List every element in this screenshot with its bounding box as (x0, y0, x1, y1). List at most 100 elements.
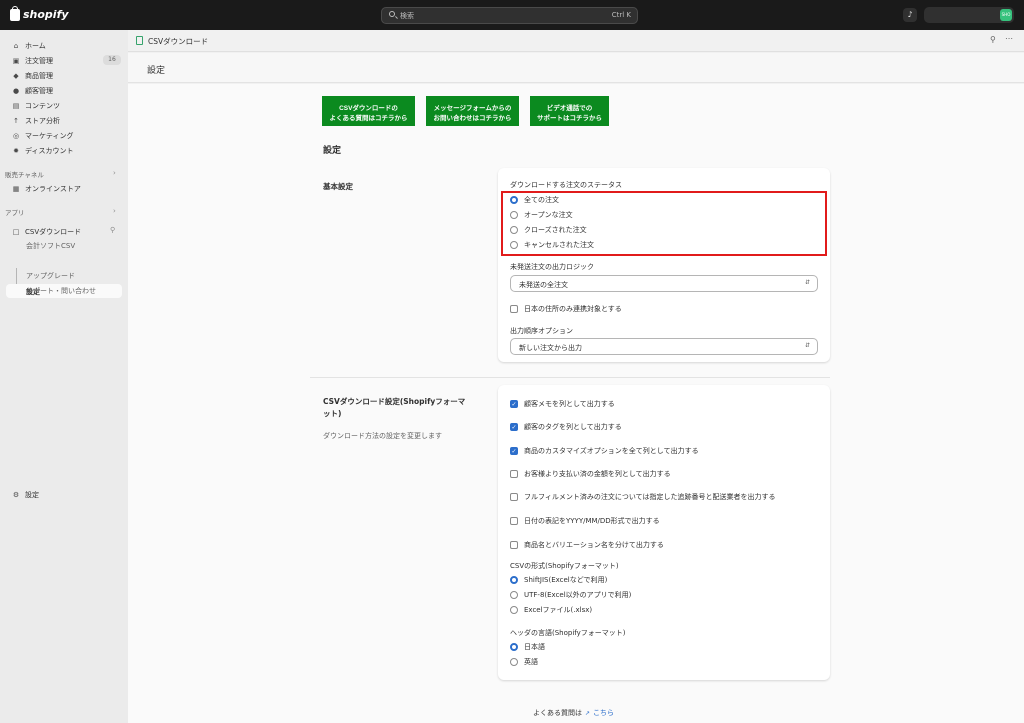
sidebar-item-discounts[interactable]: ✹ ディスカウント (12, 145, 74, 157)
faq-button[interactable]: CSVダウンロードの よくある質問はコチラから (322, 96, 415, 126)
checkbox-label: 商品名とバリエーション名を分けて出力する (524, 541, 664, 549)
sidebar-subitem-accounting-csv[interactable]: 会計ソフトCSV (26, 241, 75, 251)
top-bar: shopify 検索 Ctrl K ♪ SHO (0, 0, 1024, 30)
domestic-only-checkbox[interactable]: 日本の住所のみ連携対象とする (510, 304, 622, 314)
csv-settings-description: ダウンロード方法の設定を変更します (323, 432, 442, 440)
notification-bell-icon[interactable]: ♪ (903, 8, 917, 22)
sidebar-item-orders[interactable]: ▣ 注文管理 (12, 55, 53, 67)
sidebar-subitem-support[interactable]: サポート・問い合わせ (26, 286, 96, 296)
radio-dot (510, 658, 518, 666)
content-area: CSVダウンロードの よくある質問はコチラから メッセージフォームからの お問い… (128, 84, 1024, 723)
radio-dot (510, 606, 518, 614)
shopify-bag-icon (10, 5, 20, 21)
document-icon: □ (12, 228, 20, 236)
button-line: よくある質問はコチラから (329, 114, 408, 122)
button-line: ビデオ通話での (546, 104, 593, 112)
video-support-button[interactable]: ビデオ通話での サポートはコチラから (530, 96, 609, 126)
unshipped-logic-select[interactable]: 未発送の全注文 ⇵ (510, 275, 818, 292)
gear-icon: ⚙ (12, 491, 20, 499)
split-product-name-checkbox[interactable]: 商品名とバリエーション名を分けて出力する (510, 540, 664, 550)
sidebar-item-label: マーケティング (25, 132, 74, 140)
customer-note-checkbox[interactable]: ✓ 顧客メモを列として出力する (510, 399, 615, 409)
sidebar-item-settings[interactable]: ⚙ 設定 (12, 489, 39, 501)
tag-icon: ◆ (13, 72, 19, 80)
orders-icon: ▣ (12, 57, 20, 65)
sidebar-item-label: オンラインストア (25, 185, 81, 193)
sidebar-item-home[interactable]: ⌂ ホーム (12, 40, 46, 52)
sidebar-subitem-upgrade[interactable]: アップグレード (26, 271, 75, 281)
select-arrows-icon: ⇵ (804, 342, 810, 349)
chevron-right-icon[interactable]: › (113, 169, 116, 177)
title-line: ット) (323, 409, 342, 418)
sidebar-item-label: 商品管理 (25, 72, 53, 80)
content-icon: ▤ (12, 102, 20, 110)
title-line: CSVダウンロード設定(Shopifyフォーマ (323, 397, 466, 406)
message-form-button[interactable]: メッセージフォームからの お問い合わせはコチラから (426, 96, 519, 126)
csv-format-label: CSVの形式(Shopifyフォーマット) (510, 562, 619, 570)
format-utf8-radio[interactable]: UTF-8(Excel以外のアプリで利用) (510, 590, 631, 600)
csv-settings-title: CSVダウンロード設定(Shopifyフォーマ ット) (323, 396, 465, 420)
store-icon: ▦ (12, 185, 20, 193)
sidebar-item-label: コンテンツ (25, 102, 60, 110)
checkbox-label: 日付の表記をYYYY/MM/DD形式で出力する (524, 517, 660, 525)
settings-heading: 設定 (323, 146, 342, 156)
more-icon[interactable]: ⋯ (1005, 34, 1013, 43)
sidebar-item-label: ホーム (25, 42, 46, 50)
sidebar-item-csv-app[interactable]: □ CSVダウンロード (12, 226, 81, 238)
lang-japanese-radio[interactable]: 日本語 (510, 642, 545, 652)
checkmark-icon: ✓ (510, 400, 518, 408)
radio-label: UTF-8(Excel以外のアプリで利用) (524, 591, 632, 599)
tracking-number-checkbox[interactable]: フルフィルメント済みの注文については指定した追跡番号と配送業者を出力する (510, 492, 776, 502)
output-order-label: 出力順序オプション (510, 327, 573, 335)
checkbox-box (510, 517, 518, 525)
select-value: 新しい注文から出力 (519, 344, 582, 352)
section-divider (310, 377, 830, 378)
marketing-icon: ◎ (12, 132, 20, 140)
format-shiftjis-radio[interactable]: ShiftJIS(Excelなどで利用) (510, 575, 607, 585)
checkbox-label: 顧客のタグを列として出力する (524, 423, 622, 431)
checkmark-icon: ✓ (510, 423, 518, 431)
sidebar-item-label: 注文管理 (25, 57, 53, 65)
radio-dot (510, 576, 518, 584)
checkbox-label: フルフィルメント済みの注文については指定した追跡番号と配送業者を出力する (524, 493, 776, 501)
paid-amount-checkbox[interactable]: お客様より支払い済の金額を列として出力する (510, 469, 671, 479)
checkbox-box (510, 305, 518, 313)
page-title: 設定 (147, 66, 166, 76)
person-icon: ● (12, 87, 20, 95)
sidebar-item-products[interactable]: ◆ 商品管理 (12, 70, 53, 82)
search-input[interactable]: 検索 Ctrl K (381, 7, 638, 24)
customize-options-checkbox[interactable]: ✓ 商品のカスタマイズオプションを全て列として出力する (510, 446, 699, 456)
lang-english-radio[interactable]: 英語 (510, 657, 538, 667)
format-xlsx-radio[interactable]: Excelファイル(.xlsx) (510, 605, 592, 615)
faq-link[interactable]: こちら (593, 708, 614, 718)
sidebar-item-customers[interactable]: ● 顧客管理 (12, 85, 53, 97)
shopify-logo[interactable]: shopify (10, 5, 69, 21)
app-header: CSVダウンロード ⚲ ⋯ (128, 30, 1024, 52)
sidebar-item-analytics[interactable]: ↑ ストア分析 (12, 115, 60, 127)
button-line: お問い合わせはコチラから (433, 114, 512, 122)
main-area: CSVダウンロード ⚲ ⋯ 設定 CSVダウンロードの よくある質問はコチラから… (128, 30, 1024, 723)
sidebar-item-content[interactable]: ▤ コンテンツ (12, 100, 60, 112)
customer-tags-checkbox[interactable]: ✓ 顧客のタグを列として出力する (510, 422, 622, 432)
sidebar-item-label: ディスカウント (25, 147, 74, 155)
pin-icon[interactable]: ⚲ (110, 226, 115, 234)
header-language-label: ヘッダの言語(Shopifyフォーマット) (510, 629, 626, 637)
apps-label[interactable]: アプリ (5, 207, 25, 217)
order-status-label: ダウンロードする注文のステータス (510, 181, 622, 189)
checkbox-label: 日本の住所のみ連携対象とする (524, 305, 622, 313)
account-menu[interactable]: SHO (924, 7, 1014, 23)
pin-icon[interactable]: ⚲ (990, 35, 996, 44)
analytics-icon: ↑ (13, 117, 19, 125)
sidebar: ⌂ ホーム ▣ 注文管理 16 ◆ 商品管理 ● 顧客管理 ▤ コンテンツ ↑ … (0, 30, 128, 723)
sales-channels-label[interactable]: 販売チャネル (5, 169, 44, 179)
app-document-icon (136, 36, 143, 45)
sidebar-item-marketing[interactable]: ◎ マーケティング (12, 130, 74, 142)
sidebar-item-label: ストア分析 (25, 117, 60, 125)
checkbox-box (510, 493, 518, 501)
chevron-right-icon[interactable]: › (113, 207, 116, 215)
sidebar-item-online-store[interactable]: ▦ オンラインストア (12, 183, 81, 195)
date-format-checkbox[interactable]: 日付の表記をYYYY/MM/DD形式で出力する (510, 516, 660, 526)
checkbox-box (510, 541, 518, 549)
button-line: CSVダウンロードの (339, 104, 398, 112)
output-order-select[interactable]: 新しい注文から出力 ⇵ (510, 338, 818, 355)
